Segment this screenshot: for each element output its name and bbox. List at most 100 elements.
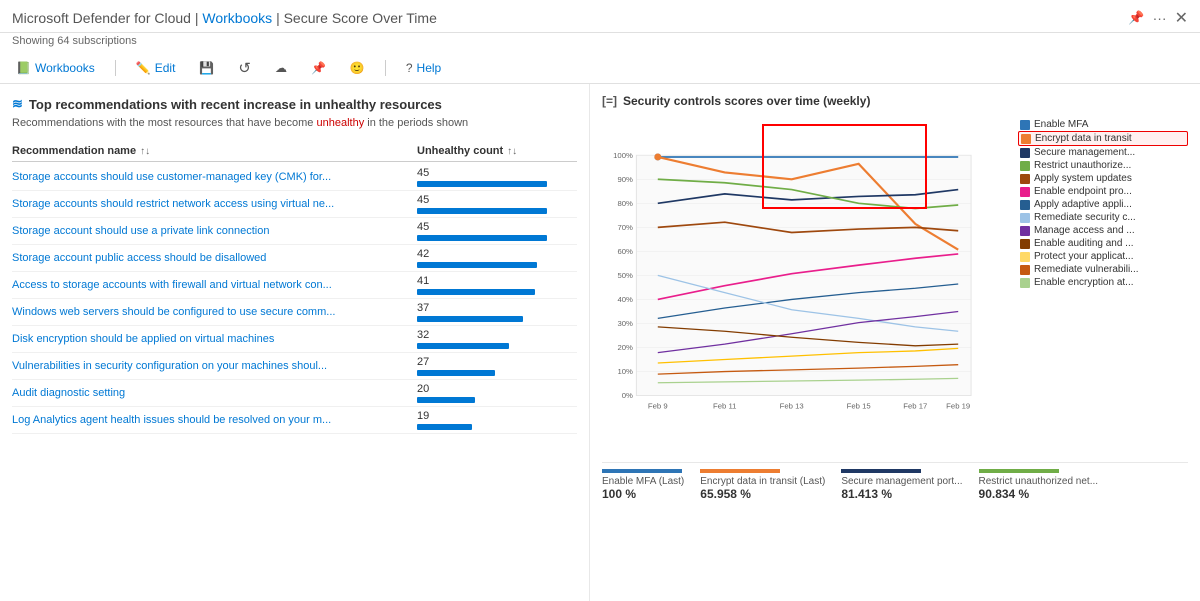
help-button[interactable]: ? Help xyxy=(402,59,445,77)
cell-count-1: 45 xyxy=(417,194,577,214)
legend-item-2[interactable]: Secure management... xyxy=(1018,146,1188,159)
count-sort-icon[interactable]: ↑↓ xyxy=(507,146,517,157)
stat-value-1: 65.958 % xyxy=(700,487,825,501)
legend-color-5 xyxy=(1020,187,1030,197)
refresh-button[interactable]: ↺ xyxy=(234,57,255,79)
pin-toolbar-icon: 📌 xyxy=(311,61,326,75)
right-panel: [=] Security controls scores over time (… xyxy=(590,84,1200,601)
svg-text:70%: 70% xyxy=(617,223,633,232)
legend-label-11: Remediate vulnerabili... xyxy=(1034,264,1139,275)
rec-name-3[interactable]: Storage account public access should be … xyxy=(12,252,417,264)
count-value-5: 37 xyxy=(417,302,577,314)
table-row[interactable]: Storage accounts should restrict network… xyxy=(12,191,577,218)
pin-toolbar-button[interactable]: 📌 xyxy=(307,59,330,77)
stat-bar-3 xyxy=(979,469,1059,473)
recommendations-icon: ≋ xyxy=(12,96,23,112)
save-button[interactable]: 💾 xyxy=(195,59,218,77)
col-count-header[interactable]: Unhealthy count ↑↓ xyxy=(417,145,577,157)
legend-color-12 xyxy=(1020,278,1030,288)
svg-text:80%: 80% xyxy=(617,199,633,208)
legend-item-3[interactable]: Restrict unauthorize... xyxy=(1018,159,1188,172)
stat-bar-2 xyxy=(841,469,921,473)
legend-item-0[interactable]: Enable MFA xyxy=(1018,118,1188,131)
rec-name-9[interactable]: Log Analytics agent health issues should… xyxy=(12,414,417,426)
rec-name-5[interactable]: Windows web servers should be configured… xyxy=(12,306,417,318)
pin-icon[interactable]: 📌 xyxy=(1128,10,1144,26)
legend-color-7 xyxy=(1020,213,1030,223)
legend-color-8 xyxy=(1020,226,1030,236)
count-bar-5 xyxy=(417,316,523,322)
chart-legend: Enable MFA Encrypt data in transit Secur… xyxy=(1018,114,1188,454)
legend-color-3 xyxy=(1020,161,1030,171)
stat-label-2: Secure management port... xyxy=(841,476,962,487)
rec-name-4[interactable]: Access to storage accounts with firewall… xyxy=(12,279,417,291)
cell-count-6: 32 xyxy=(417,329,577,349)
legend-item-6[interactable]: Apply adaptive appli... xyxy=(1018,198,1188,211)
table-row[interactable]: Log Analytics agent health issues should… xyxy=(12,407,577,434)
legend-label-3: Restrict unauthorize... xyxy=(1034,160,1131,171)
legend-item-7[interactable]: Remediate security c... xyxy=(1018,211,1188,224)
count-bar-8 xyxy=(417,397,475,403)
legend-item-12[interactable]: Enable encryption at... xyxy=(1018,276,1188,289)
subtitle-bar: Showing 64 subscriptions xyxy=(0,33,1200,53)
workbooks-button[interactable]: 📗 Workbooks xyxy=(12,59,99,77)
cloud-icon-button[interactable]: ☁ xyxy=(271,59,291,77)
svg-text:0%: 0% xyxy=(622,391,633,400)
legend-item-1[interactable]: Encrypt data in transit xyxy=(1018,131,1188,146)
toolbar-separator-2 xyxy=(385,60,386,76)
title-bar-actions: 📌 ··· ✕ xyxy=(1128,8,1188,28)
stat-label-3: Restrict unauthorized net... xyxy=(979,476,1099,487)
legend-item-10[interactable]: Protect your applicat... xyxy=(1018,250,1188,263)
close-icon[interactable]: ✕ xyxy=(1175,8,1188,28)
rec-name-0[interactable]: Storage accounts should use customer-man… xyxy=(12,171,417,183)
cell-count-2: 45 xyxy=(417,221,577,241)
stat-value-2: 81.413 % xyxy=(841,487,962,501)
edit-label: Edit xyxy=(155,61,176,75)
main-content: ≋ Top recommendations with recent increa… xyxy=(0,84,1200,601)
count-bar-6 xyxy=(417,343,509,349)
cell-count-7: 27 xyxy=(417,356,577,376)
stats-container: Enable MFA (Last) 100 % Encrypt data in … xyxy=(602,469,1098,501)
legend-item-11[interactable]: Remediate vulnerabili... xyxy=(1018,263,1188,276)
name-sort-icon[interactable]: ↑↓ xyxy=(140,146,150,157)
table-row[interactable]: Storage accounts should use customer-man… xyxy=(12,164,577,191)
legend-item-9[interactable]: Enable auditing and ... xyxy=(1018,237,1188,250)
chart-icon: [=] xyxy=(602,94,617,108)
feedback-button[interactable]: 🙂 xyxy=(346,59,369,77)
count-col-label: Unhealthy count xyxy=(417,145,503,157)
rec-name-8[interactable]: Audit diagnostic setting xyxy=(12,387,417,399)
rec-name-2[interactable]: Storage account should use a private lin… xyxy=(12,225,417,237)
legend-item-5[interactable]: Enable endpoint pro... xyxy=(1018,185,1188,198)
legend-color-4 xyxy=(1020,174,1030,184)
svg-text:100%: 100% xyxy=(613,151,633,160)
count-bar-4 xyxy=(417,289,535,295)
table-row[interactable]: Storage account public access should be … xyxy=(12,245,577,272)
col-name-header[interactable]: Recommendation name ↑↓ xyxy=(12,145,417,157)
legend-container: Enable MFA Encrypt data in transit Secur… xyxy=(1018,118,1188,289)
rec-name-1[interactable]: Storage accounts should restrict network… xyxy=(12,198,417,210)
chart-title: [=] Security controls scores over time (… xyxy=(602,94,1188,108)
toolbar: 📗 Workbooks ✏️ Edit 💾 ↺ ☁ 📌 🙂 ? Help xyxy=(0,53,1200,84)
table-row[interactable]: Windows web servers should be configured… xyxy=(12,299,577,326)
chart-title-text: Security controls scores over time (week… xyxy=(623,94,870,108)
table-row[interactable]: Audit diagnostic setting 20 xyxy=(12,380,577,407)
svg-text:90%: 90% xyxy=(617,175,633,184)
table-row[interactable]: Storage account should use a private lin… xyxy=(12,218,577,245)
app-title: Microsoft Defender for Cloud | Workbooks… xyxy=(12,10,437,26)
legend-color-1 xyxy=(1021,134,1031,144)
count-value-6: 32 xyxy=(417,329,577,341)
rec-name-7[interactable]: Vulnerabilities in security configuratio… xyxy=(12,360,417,372)
table-row[interactable]: Disk encryption should be applied on vir… xyxy=(12,326,577,353)
more-options-icon[interactable]: ··· xyxy=(1153,10,1167,26)
edit-button[interactable]: ✏️ Edit xyxy=(132,59,180,77)
stat-value-0: 100 % xyxy=(602,487,684,501)
table-row[interactable]: Vulnerabilities in security configuratio… xyxy=(12,353,577,380)
rec-name-6[interactable]: Disk encryption should be applied on vir… xyxy=(12,333,417,345)
count-value-4: 41 xyxy=(417,275,577,287)
legend-item-8[interactable]: Manage access and ... xyxy=(1018,224,1188,237)
workbooks-link[interactable]: Workbooks xyxy=(202,10,272,26)
legend-label-12: Enable encryption at... xyxy=(1034,277,1134,288)
table-row[interactable]: Access to storage accounts with firewall… xyxy=(12,272,577,299)
legend-item-4[interactable]: Apply system updates xyxy=(1018,172,1188,185)
app-name: Microsoft Defender for Cloud xyxy=(12,10,191,26)
